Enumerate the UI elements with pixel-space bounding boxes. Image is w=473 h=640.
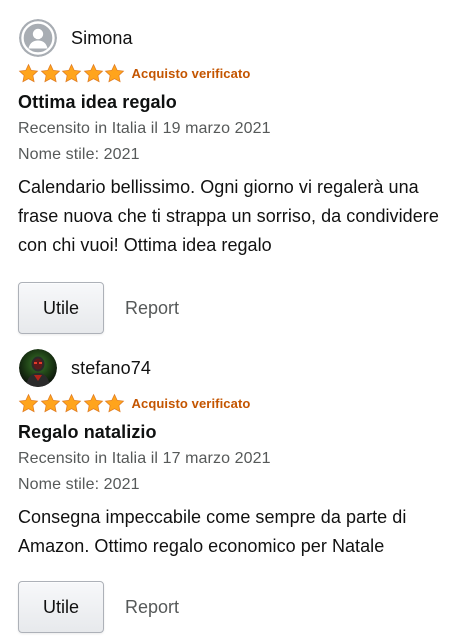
review-date: Recensito in Italia il 17 marzo 2021 bbox=[18, 450, 271, 467]
star-rating[interactable] bbox=[18, 393, 126, 414]
default-user-avatar-icon[interactable] bbox=[19, 19, 57, 57]
review-actions: Utile Report bbox=[18, 581, 463, 633]
review-author-row: stefano74 bbox=[18, 348, 463, 388]
profile-photo-avatar[interactable] bbox=[19, 349, 57, 387]
review-style: Nome stile: 2021 bbox=[18, 476, 140, 493]
review-author-name[interactable]: Simona bbox=[71, 28, 133, 49]
review-rating-row: Acquisto verificato bbox=[18, 391, 463, 415]
star-icon bbox=[104, 63, 125, 82]
star-icon bbox=[40, 393, 60, 412]
star-rating[interactable] bbox=[18, 63, 126, 84]
star-icon bbox=[61, 63, 82, 82]
report-link[interactable]: Report bbox=[125, 597, 179, 618]
review-body: Consegna impeccabile come sempre da part… bbox=[18, 507, 407, 556]
star-icon bbox=[104, 393, 125, 412]
star-icon bbox=[18, 393, 39, 412]
review-author-name[interactable]: stefano74 bbox=[71, 358, 151, 379]
review-card: Simona Acquisto verificato Ottima idea r… bbox=[18, 18, 463, 334]
review-actions: Utile Report bbox=[18, 282, 463, 334]
helpful-button[interactable]: Utile bbox=[18, 282, 104, 334]
review-card: stefano74 Acquisto verificato Regalo nat… bbox=[18, 348, 463, 633]
review-style: Nome stile: 2021 bbox=[18, 146, 140, 163]
star-icon bbox=[61, 393, 82, 412]
review-rating-row: Acquisto verificato bbox=[18, 61, 463, 85]
review-date: Recensito in Italia il 19 marzo 2021 bbox=[18, 120, 271, 137]
star-icon bbox=[83, 393, 103, 412]
review-title[interactable]: Regalo natalizio bbox=[18, 422, 463, 443]
verified-purchase-badge: Acquisto verificato bbox=[131, 65, 251, 81]
verified-purchase-badge: Acquisto verificato bbox=[131, 395, 251, 411]
star-icon bbox=[40, 63, 60, 82]
helpful-button[interactable]: Utile bbox=[18, 581, 104, 633]
star-icon bbox=[83, 63, 103, 82]
review-body: Calendario bellissimo. Ogni giorno vi re… bbox=[18, 177, 439, 255]
star-icon bbox=[18, 63, 39, 82]
report-link[interactable]: Report bbox=[125, 298, 179, 319]
review-author-row: Simona bbox=[18, 18, 463, 58]
review-title[interactable]: Ottima idea regalo bbox=[18, 92, 463, 113]
